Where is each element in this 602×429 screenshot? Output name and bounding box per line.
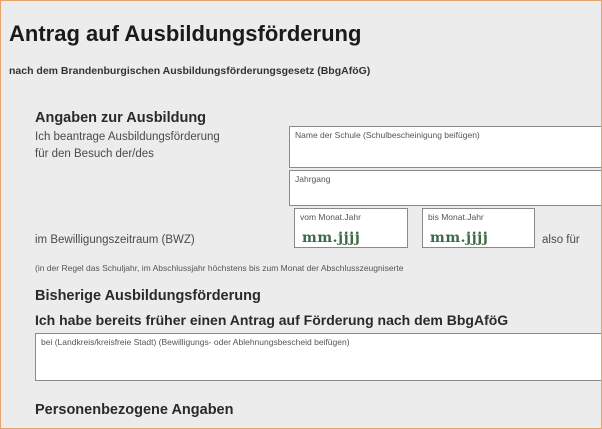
bwz-label: im Bewilligungszeitraum (BWZ) <box>35 234 195 246</box>
bwz-to-label: bis Monat.Jahr <box>428 212 484 222</box>
bwz-to-value: mm.jjjj <box>430 230 489 246</box>
section-heading-bisherige: Bisherige Ausbildungsförderung <box>35 288 261 304</box>
bisherige-authority-field[interactable]: bei (Landkreis/kreisfreie Stadt) (Bewill… <box>35 333 601 381</box>
form-subtitle: nach dem Brandenburgischen Ausbildungsfö… <box>9 65 371 77</box>
school-name-field[interactable]: Name der Schule (Schulbescheinigung beif… <box>289 126 601 168</box>
bisherige-authority-field-label: bei (Landkreis/kreisfreie Stadt) (Bewill… <box>41 337 350 347</box>
also-fuer-text: also für <box>542 234 580 246</box>
application-form-page: Antrag auf Ausbildungsförderung nach dem… <box>0 0 602 429</box>
section-heading-personen: Personenbezogene Angaben <box>35 402 234 418</box>
ausbildung-text-line2: für den Besuch der/des <box>35 148 154 160</box>
section-heading-ausbildung: Angaben zur Ausbildung <box>35 110 207 126</box>
bisherige-question: Ich habe bereits früher einen Antrag auf… <box>35 312 509 328</box>
school-name-field-label: Name der Schule (Schulbescheinigung beif… <box>295 130 480 140</box>
bwz-note: (in der Regel das Schuljahr, im Abschlus… <box>35 263 404 273</box>
jahrgang-field-label: Jahrgang <box>295 174 331 184</box>
bwz-from-field[interactable]: vom Monat.Jahr mm.jjjj <box>294 208 408 248</box>
bwz-to-field[interactable]: bis Monat.Jahr mm.jjjj <box>422 208 535 248</box>
ausbildung-text-line1: Ich beantrage Ausbildungsförderung <box>35 131 220 143</box>
bwz-from-value: mm.jjjj <box>302 230 361 246</box>
form-title: Antrag auf Ausbildungsförderung <box>9 21 362 46</box>
jahrgang-field[interactable]: Jahrgang <box>289 170 601 206</box>
bwz-from-label: vom Monat.Jahr <box>300 212 361 222</box>
